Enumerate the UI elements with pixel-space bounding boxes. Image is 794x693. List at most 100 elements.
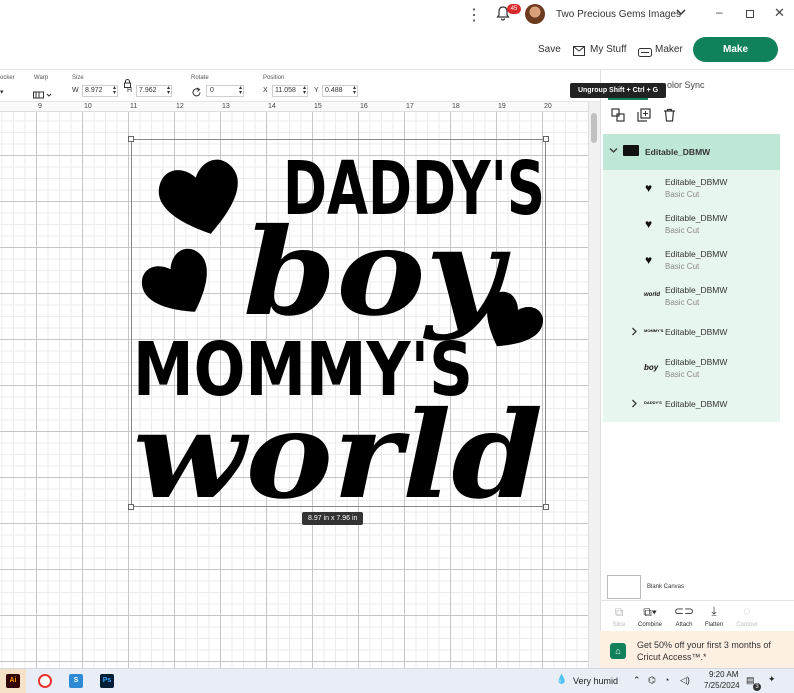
mail-icon bbox=[573, 43, 585, 61]
ruler-mark: 18 bbox=[452, 103, 460, 110]
ruler-mark: 15 bbox=[314, 103, 322, 110]
height-stepper[interactable]: ▴ ▾ bbox=[167, 85, 170, 96]
chevron-right-icon[interactable] bbox=[631, 399, 638, 410]
world-thumbnail-icon: world bbox=[644, 292, 660, 298]
width-stepper[interactable]: ▴ ▾ bbox=[113, 85, 116, 96]
promo-text[interactable]: Get 50% off your first 3 months of Cricu… bbox=[637, 639, 787, 663]
warp-label: Warp bbox=[34, 75, 49, 81]
network-icon[interactable]: ⌬ bbox=[648, 675, 656, 686]
maker-icon bbox=[638, 44, 652, 62]
ruler-mark: 14 bbox=[268, 103, 276, 110]
rotate-input[interactable]: 0 ▴ ▾ bbox=[206, 85, 244, 97]
ruler-mark: 13 bbox=[222, 103, 230, 110]
make-button[interactable]: Make bbox=[693, 37, 778, 62]
locker-label: ocker bbox=[0, 75, 15, 81]
close-icon[interactable]: ✕ bbox=[774, 5, 785, 21]
vertical-scrollbar[interactable] bbox=[588, 102, 600, 668]
chevron-down-icon[interactable] bbox=[609, 146, 618, 156]
locker-dropdown[interactable]: ▾ bbox=[0, 88, 4, 96]
chevron-right-icon[interactable] bbox=[631, 327, 638, 338]
flatten-button[interactable]: Flatten bbox=[699, 622, 729, 628]
maker-button[interactable]: Maker bbox=[655, 44, 683, 55]
illustrator-app-icon[interactable]: Ai bbox=[6, 674, 20, 688]
mommys-thumbnail-icon: MOMMY'S bbox=[644, 328, 664, 333]
account-name[interactable]: Two Precious Gems Images bbox=[556, 9, 681, 20]
rotate-label: Rotate bbox=[191, 75, 209, 81]
active-tab-indicator bbox=[608, 98, 648, 100]
horizontal-ruler: 9 10 11 12 13 14 15 16 17 18 19 20 bbox=[0, 102, 600, 112]
photoshop-app-icon[interactable]: Ps bbox=[100, 674, 114, 688]
combine-button[interactable]: Combine bbox=[635, 622, 665, 628]
avatar[interactable] bbox=[525, 4, 545, 24]
width-value: 8.972 bbox=[85, 87, 103, 94]
ruler-mark: 10 bbox=[84, 103, 92, 110]
height-value: 7.962 bbox=[139, 87, 157, 94]
size-label: Size bbox=[72, 75, 84, 81]
contour-icon: ◌ bbox=[743, 604, 751, 618]
layer-name[interactable]: Editable_DBMW bbox=[665, 249, 727, 259]
heart-thumbnail-icon: ♥ bbox=[645, 217, 653, 231]
ruler-mark: 16 bbox=[360, 103, 368, 110]
tray-chevron-icon[interactable]: ⌃ bbox=[633, 675, 641, 686]
rotate-stepper[interactable]: ▴ ▾ bbox=[239, 85, 242, 96]
layer-name[interactable]: Editable_DBMW bbox=[665, 357, 727, 367]
layer-name[interactable]: Editable_DBMW bbox=[665, 399, 727, 409]
cricut-access-icon: ⌂ bbox=[610, 643, 626, 659]
rotate-icon bbox=[191, 85, 202, 103]
taskbar bbox=[0, 668, 794, 693]
layer-name[interactable]: Editable_DBMW bbox=[665, 177, 727, 187]
ungroup-icon[interactable] bbox=[611, 108, 625, 125]
dimension-readout: 8.97 in x 7.96 in bbox=[302, 512, 364, 525]
weather-text[interactable]: Very humid bbox=[573, 676, 618, 686]
browser-app-icon[interactable] bbox=[38, 674, 52, 688]
volume-icon[interactable]: ◁) bbox=[680, 675, 690, 686]
attach-button[interactable]: Attach bbox=[669, 622, 699, 628]
x-position-input[interactable]: 11.058 ▴ ▾ bbox=[272, 85, 308, 97]
layer-name[interactable]: Editable_DBMW bbox=[665, 213, 727, 223]
resize-handle-tr[interactable] bbox=[543, 136, 549, 142]
weather-icon: 💧 bbox=[556, 674, 568, 684]
maximize-icon[interactable] bbox=[746, 10, 754, 18]
resize-handle-br[interactable] bbox=[543, 504, 549, 510]
attach-icon[interactable]: ⊂⊃ bbox=[669, 604, 699, 618]
group-thumbnail-icon bbox=[623, 145, 639, 156]
selection-box[interactable] bbox=[131, 139, 546, 507]
layer-type: Basic Cut bbox=[665, 262, 700, 271]
minimize-icon[interactable]: – bbox=[716, 5, 723, 19]
combine-icon[interactable]: ⧉▾ bbox=[635, 605, 665, 620]
tab-color-sync[interactable]: olor Sync bbox=[667, 80, 705, 90]
resize-handle-bl[interactable] bbox=[128, 504, 134, 510]
wifi-icon[interactable]: ◔ bbox=[664, 675, 669, 685]
ruler-mark: 9 bbox=[38, 103, 42, 110]
blank-canvas-label: Blank Canvas bbox=[647, 584, 685, 590]
blank-canvas-swatch[interactable] bbox=[607, 575, 641, 599]
ruler-mark: 11 bbox=[130, 103, 138, 110]
slice-icon: ⧉ bbox=[614, 605, 624, 619]
y-position-input[interactable]: 0.488 ▴ ▾ bbox=[322, 85, 358, 97]
mystuff-button[interactable]: My Stuff bbox=[590, 44, 627, 55]
clock-date[interactable]: 7/25/2024 bbox=[704, 681, 740, 690]
contour-button: Contour bbox=[736, 622, 758, 628]
duplicate-icon[interactable] bbox=[637, 108, 651, 125]
resize-handle-tl[interactable] bbox=[128, 136, 134, 142]
layer-type: Basic Cut bbox=[665, 190, 700, 199]
more-icon[interactable]: ⋮ bbox=[466, 5, 482, 25]
ruler-mark: 20 bbox=[544, 103, 552, 110]
chevron-down-icon[interactable] bbox=[676, 7, 686, 19]
width-label: W bbox=[72, 87, 79, 94]
scrollbar-thumb[interactable] bbox=[591, 113, 597, 143]
layer-name[interactable]: Editable_DBMW bbox=[665, 285, 727, 295]
flatten-icon[interactable]: ⤓ bbox=[699, 604, 729, 619]
height-input[interactable]: 7.962 ▴ ▾ bbox=[136, 85, 172, 97]
y-position-stepper[interactable]: ▴ ▾ bbox=[353, 85, 356, 96]
heart-thumbnail-icon: ♥ bbox=[645, 253, 653, 267]
notifications-badge: 3 bbox=[753, 683, 761, 691]
width-input[interactable]: 8.972 ▴ ▾ bbox=[82, 85, 118, 97]
save-button[interactable]: Save bbox=[538, 44, 561, 55]
x-position-stepper[interactable]: ▴ ▾ bbox=[303, 85, 306, 96]
delete-icon[interactable] bbox=[663, 108, 676, 125]
layer-name[interactable]: Editable_DBMW bbox=[665, 327, 727, 337]
clock-time[interactable]: 9:20 AM bbox=[709, 670, 738, 679]
copilot-icon[interactable]: ✦ bbox=[768, 674, 776, 685]
cricut-app-icon[interactable]: S bbox=[69, 674, 83, 688]
